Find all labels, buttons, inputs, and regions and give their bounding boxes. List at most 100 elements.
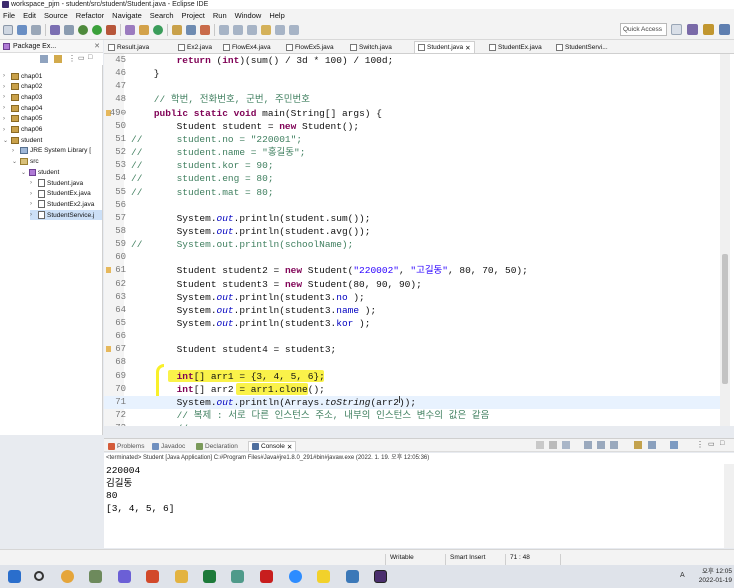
file-explorer-icon[interactable] (175, 570, 188, 583)
last-edit-icon[interactable] (261, 25, 271, 35)
editor-tab-flowex5-java[interactable]: FlowEx5.java (286, 41, 334, 53)
menu-edit[interactable]: Edit (23, 11, 36, 20)
clear-console-icon[interactable] (584, 441, 592, 449)
excel-icon[interactable] (203, 570, 216, 583)
java-perspective-icon[interactable] (703, 24, 714, 35)
display-console-icon[interactable] (648, 441, 656, 449)
chrome-icon[interactable] (61, 570, 74, 583)
tab-problems[interactable]: Problems (108, 441, 144, 451)
menu-help[interactable]: Help (269, 11, 284, 20)
skip-breakpoints-icon[interactable] (50, 25, 60, 35)
remove-launch-icon[interactable] (549, 441, 557, 449)
tree-item[interactable]: › StudentEx2.java (30, 199, 94, 209)
chevron-right-icon[interactable]: › (3, 105, 9, 111)
menu-refactor[interactable]: Refactor (76, 11, 104, 20)
discord-icon[interactable] (118, 570, 131, 583)
chevron-right-icon[interactable]: › (30, 191, 36, 197)
zoom-icon[interactable] (289, 570, 302, 583)
chevron-right-icon[interactable]: › (30, 212, 36, 218)
menu-navigate[interactable]: Navigate (112, 11, 142, 20)
editor-tab-result-java[interactable]: Result.java (108, 41, 149, 53)
ime-icon[interactable]: A (680, 572, 685, 579)
console-maximize-icon[interactable]: □ (720, 440, 724, 447)
acrobat-icon[interactable] (260, 570, 273, 583)
tree-item[interactable]: › StudentEx.java (30, 189, 91, 199)
start-icon[interactable] (8, 570, 21, 583)
open-task-icon[interactable] (186, 25, 196, 35)
package-explorer-tab[interactable]: Package Ex... ✕ (0, 40, 103, 53)
menu-source[interactable]: Source (44, 11, 68, 20)
editor-tab-studentservi-[interactable]: StudentServi... (556, 41, 608, 53)
tab-console[interactable]: Console ✕ (248, 441, 297, 451)
debug-settings-icon[interactable] (64, 25, 74, 35)
menu-window[interactable]: Window (235, 11, 262, 20)
debug-perspective-icon[interactable] (687, 24, 698, 35)
external-tools-icon[interactable] (106, 25, 116, 35)
tree-item[interactable]: › chap04 (3, 103, 42, 113)
tree-item[interactable]: › JRE System Library [ (12, 146, 91, 156)
console-output[interactable]: 220004 김길동 80 [3, 4, 5, 6] (104, 464, 734, 548)
chevron-right-icon[interactable]: › (3, 84, 9, 90)
tree-item[interactable]: ⌄ student (21, 167, 59, 177)
chevron-right-icon[interactable]: › (3, 116, 9, 122)
console-scrollbar[interactable] (724, 464, 734, 548)
tree-item[interactable]: › chap05 (3, 114, 42, 124)
new-package-icon[interactable] (139, 25, 149, 35)
link-with-editor-icon[interactable] (54, 55, 62, 63)
maximize-icon[interactable]: □ (88, 54, 92, 61)
next-annotation-icon[interactable] (233, 25, 243, 35)
chevron-right-icon[interactable]: › (30, 201, 36, 207)
new-class-icon[interactable] (153, 25, 163, 35)
kakaotalk-icon[interactable] (317, 570, 330, 583)
scroll-lock-icon[interactable] (597, 441, 605, 449)
tree-item[interactable]: › chap01 (3, 71, 42, 81)
menu-project[interactable]: Project (182, 11, 205, 20)
tree-item[interactable]: › Student.java (30, 178, 83, 188)
new-java-project-icon[interactable] (125, 25, 135, 35)
chevron-down-icon[interactable]: ⌄ (21, 169, 27, 176)
java-ee-perspective-icon[interactable] (719, 24, 730, 35)
tree-item[interactable]: › chap03 (3, 92, 42, 102)
powerpoint-icon[interactable] (146, 570, 159, 583)
editor-tab-ex2-java[interactable]: Ex2.java (178, 41, 212, 53)
save-all-icon[interactable] (31, 25, 41, 35)
view-menu-icon[interactable]: ⋮ (68, 54, 76, 63)
tree-item[interactable]: ⌄ student (3, 135, 42, 145)
open-console-icon[interactable] (670, 441, 678, 449)
minimize-icon[interactable]: ▭ (78, 54, 85, 62)
word-wrap-icon[interactable] (610, 441, 618, 449)
code-editor[interactable]: 45 return (int)(sum() / 3d * 100) / 100d… (104, 54, 734, 426)
chevron-right-icon[interactable]: › (3, 73, 9, 79)
tools-2-icon[interactable] (231, 570, 244, 583)
chevron-right-icon[interactable]: › (3, 127, 9, 133)
photos-icon[interactable] (346, 570, 359, 583)
close-tab-icon[interactable]: ✕ (287, 443, 292, 451)
chevron-down-icon[interactable]: ⌄ (12, 158, 18, 165)
editor-tab-switch-java[interactable]: Switch.java (350, 41, 392, 53)
new-icon[interactable] (3, 25, 13, 35)
console-minimize-icon[interactable]: ▭ (708, 440, 715, 448)
chevron-right-icon[interactable]: › (30, 180, 36, 186)
tree-item[interactable]: ⌄ src (12, 157, 39, 167)
tree-item[interactable]: › chap02 (3, 82, 42, 92)
run-icon[interactable] (92, 25, 102, 35)
search-icon[interactable] (200, 25, 210, 35)
tree-item[interactable]: › chap06 (3, 125, 42, 135)
chevron-down-icon[interactable]: ⌄ (3, 137, 9, 144)
close-view-icon[interactable]: ✕ (94, 42, 100, 50)
editor-tab-flowex4-java[interactable]: FlowEx4.java (223, 41, 271, 53)
collapse-all-icon[interactable] (40, 55, 48, 63)
open-perspective-icon[interactable] (671, 24, 682, 35)
console-view-menu-icon[interactable]: ⋮ (696, 440, 704, 449)
tree-item[interactable]: › StudentService.j (30, 210, 102, 221)
tools-icon[interactable] (89, 570, 102, 583)
menu-run[interactable]: Run (213, 11, 227, 20)
toggle-mark-icon[interactable] (219, 25, 229, 35)
chevron-right-icon[interactable]: › (12, 148, 18, 154)
eclipse-taskbar-icon[interactable] (374, 570, 387, 583)
debug-icon[interactable] (78, 25, 88, 35)
pin-console-icon[interactable] (634, 441, 642, 449)
back-icon[interactable] (275, 25, 285, 35)
open-type-icon[interactable] (172, 25, 182, 35)
terminate-icon[interactable] (536, 441, 544, 449)
